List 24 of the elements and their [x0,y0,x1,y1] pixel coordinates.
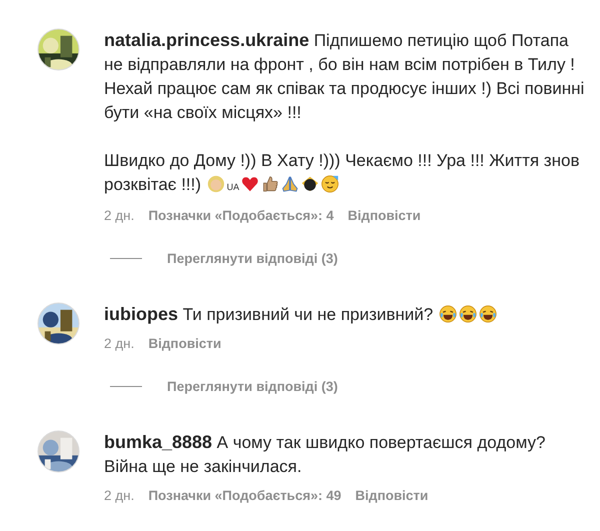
username-link[interactable]: iubiopes [104,304,178,324]
username-link[interactable]: bumka_8888 [104,432,212,452]
view-replies-link[interactable]: Переглянути відповіді (3) [167,251,338,266]
comment-text: iubiopes Ти призивний чи не призивний? [104,302,589,327]
comment-time: 2 дн. [104,336,134,351]
praying-hands-icon [281,175,300,193]
comment-time: 2 дн. [104,488,134,503]
reply-link[interactable]: Відповісти [348,208,421,223]
likes-link[interactable]: Позначки «Подобається»: 49 [148,488,342,503]
comment-text: natalia.princess.ukraine Підпишемо петицію щоб Потапа не відправляли на фронт , бо він нам всім потрібен в Тилу ! Нехай працює сам як співак та продюсує інших !) Всі повинні бути «на своїх місцях» !!! [104,29,586,124]
laughing-face-icon [438,305,457,323]
laughing-face-icon [458,305,477,323]
comment-text: bumka_8888 А чому так швидко повертаєшся додому? Війна ще не закінчилася. [104,431,546,478]
laughing-face-icon [478,305,497,323]
comment-time: 2 дн. [104,208,134,223]
username-link[interactable]: natalia.princess.ukraine [104,30,310,50]
smiling-face-icon [321,175,340,193]
reply-link[interactable]: Відповісти [148,336,222,351]
reply-link[interactable]: Відповісти [355,488,428,503]
view-replies-link[interactable]: Переглянути відповіді (3) [167,379,338,394]
likes-link[interactable]: Позначки «Подобається»: 4 [148,208,334,223]
heart-icon [241,175,260,193]
comment-text: Швидко до Дому !)) В Хату !))) Чекаємо !!! Ура !!! Життя знов розквітає !!!) UA [104,150,580,196]
thumbs-up-icon [261,175,280,193]
